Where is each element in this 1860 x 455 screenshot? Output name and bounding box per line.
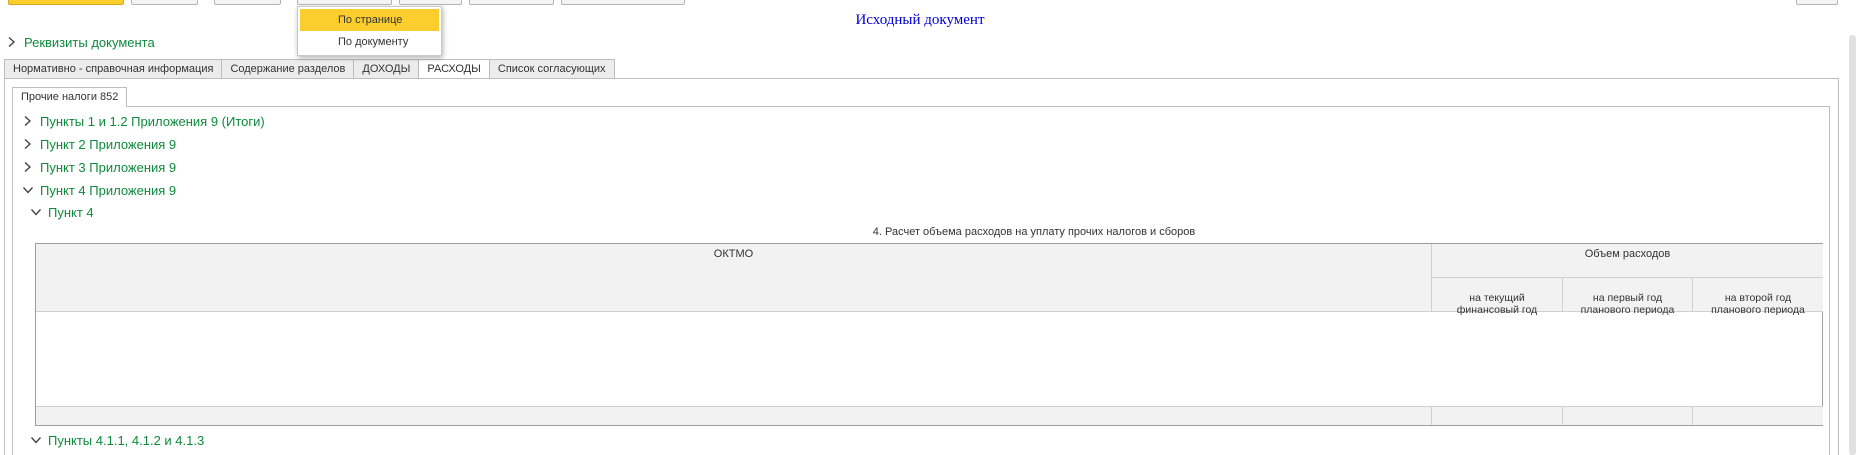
table-footer-cell bbox=[36, 406, 1432, 425]
section-label: Пункты 1 и 1.2 Приложения 9 (Итоги) bbox=[40, 114, 265, 129]
document-title: Исходный документ bbox=[855, 12, 985, 28]
main-tabs: Нормативно - справочная информация Содер… bbox=[4, 59, 615, 79]
tab-income[interactable]: ДОХОДЫ bbox=[353, 59, 419, 79]
subsection-label: Пункт 4 bbox=[48, 205, 94, 220]
chevron-right-icon bbox=[22, 161, 34, 173]
column-group-header: Объем расходов bbox=[1432, 244, 1823, 278]
section-item[interactable]: Пункт 3 Приложения 9 bbox=[22, 160, 176, 175]
requisites-label: Реквизиты документа bbox=[24, 35, 155, 50]
scale-dropdown-button[interactable] bbox=[297, 0, 392, 5]
section-item[interactable]: Пункты 4.1.1, 4.1.2 и 4.1.3 bbox=[30, 433, 204, 448]
toolbar-button[interactable] bbox=[214, 0, 281, 5]
table-footer-cell bbox=[1432, 406, 1563, 425]
scale-menu-item-document[interactable]: По документу bbox=[300, 31, 439, 53]
toolbar-button[interactable] bbox=[131, 0, 198, 5]
chevron-right-icon bbox=[22, 115, 34, 127]
save-button[interactable] bbox=[8, 0, 124, 5]
tab-contents[interactable]: Содержание разделов bbox=[221, 59, 354, 79]
subsection-item[interactable]: Пункт 4 bbox=[30, 205, 94, 220]
toolbar-button[interactable] bbox=[469, 0, 554, 5]
section-label: Пункт 3 Приложения 9 bbox=[40, 160, 177, 175]
section-label: Пункты 4.1.1, 4.1.2 и 4.1.3 bbox=[48, 433, 205, 448]
section-label: Пункт 4 Приложения 9 bbox=[40, 183, 177, 198]
requisites-toggle[interactable]: Реквизиты документа bbox=[6, 35, 155, 50]
table-caption: 4. Расчет объема расходов на уплату проч… bbox=[872, 226, 1196, 238]
column-header-oktmo[interactable]: ОКТМО bbox=[36, 244, 1432, 312]
toolbar-button[interactable] bbox=[561, 0, 685, 5]
column-header-second-year[interactable]: на второй год планового периода bbox=[1693, 278, 1823, 316]
chevron-right-icon bbox=[22, 138, 34, 150]
toolbar-button[interactable] bbox=[399, 0, 462, 5]
table-footer-cell bbox=[1693, 406, 1823, 425]
tab-expenses[interactable]: РАСХОДЫ bbox=[418, 59, 489, 79]
chevron-down-icon bbox=[30, 434, 42, 446]
chevron-down-icon bbox=[22, 184, 34, 196]
subtab-other-taxes[interactable]: Прочие налоги 852 bbox=[12, 87, 128, 107]
tab-approvers[interactable]: Список согласующих bbox=[488, 59, 615, 79]
vertical-scrollbar[interactable] bbox=[1849, 35, 1856, 455]
column-header-current-year[interactable]: на текущий финансовый год bbox=[1432, 278, 1563, 316]
column-header-first-year[interactable]: на первый год планового периода bbox=[1563, 278, 1693, 316]
section-item[interactable]: Пункты 1 и 1.2 Приложения 9 (Итоги) bbox=[22, 114, 265, 129]
chevron-down-icon bbox=[30, 206, 42, 218]
section-item[interactable]: Пункт 4 Приложения 9 bbox=[22, 183, 176, 198]
scale-menu: По странице По документу bbox=[297, 6, 442, 56]
section-item[interactable]: Пункт 2 Приложения 9 bbox=[22, 137, 176, 152]
table-footer-cell bbox=[1563, 406, 1693, 425]
scale-menu-item-page[interactable]: По странице bbox=[300, 9, 439, 31]
section-label: Пункт 2 Приложения 9 bbox=[40, 137, 177, 152]
toolbar-button[interactable] bbox=[1796, 0, 1838, 5]
chevron-right-icon bbox=[6, 36, 18, 48]
tab-reference[interactable]: Нормативно - справочная информация bbox=[4, 59, 222, 79]
expenses-table: ОКТМО Объем расходов на текущий финансов… bbox=[35, 243, 1823, 426]
